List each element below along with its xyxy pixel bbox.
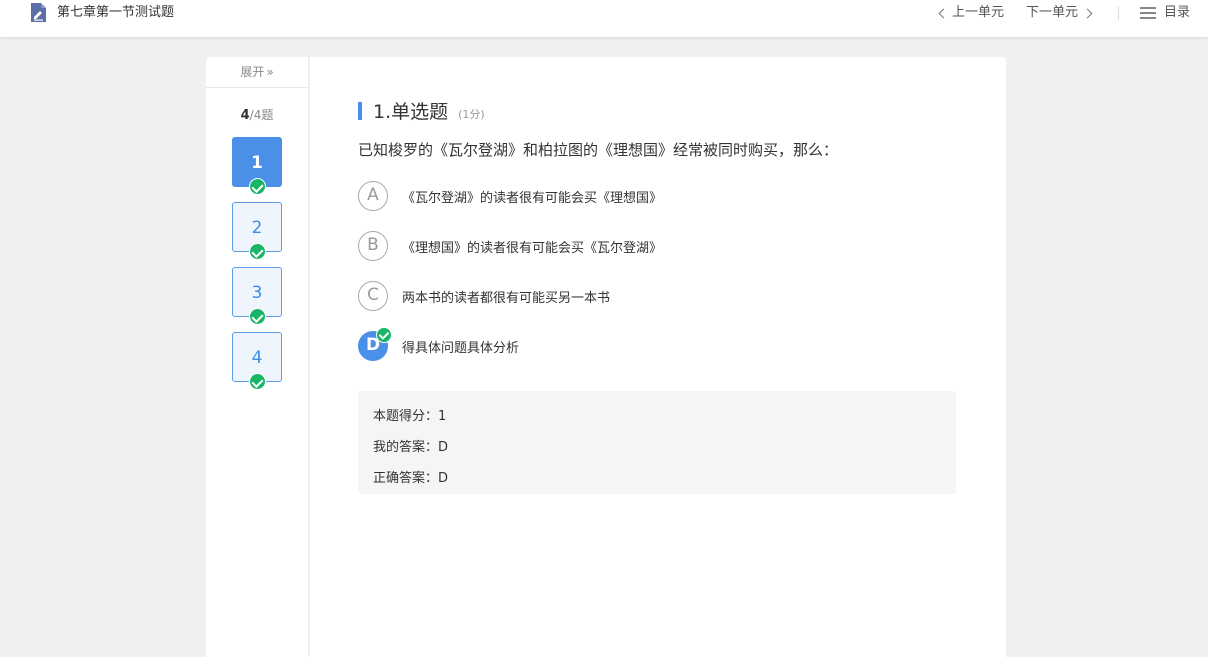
total-question-count: /4题	[249, 108, 274, 122]
option-text: 两本书的读者都很有可能买另一本书	[402, 290, 611, 306]
expand-label: 展开	[240, 65, 265, 79]
check-icon	[249, 243, 266, 260]
option-letter-selected: D	[358, 327, 392, 361]
question-nav-1[interactable]: 1	[232, 137, 282, 195]
option-a[interactable]: A 《瓦尔登湖》的读者很有可能会买《理想国》	[358, 181, 662, 211]
question-navigator: 展开» 4/4题 1 2 3 4	[206, 57, 309, 657]
next-unit-label: 下一单元	[1026, 5, 1079, 20]
option-text: 《瓦尔登湖》的读者很有可能会买《理想国》	[402, 190, 663, 206]
chevron-left-icon	[938, 8, 949, 18]
table-of-contents-button[interactable]: 目录	[1140, 4, 1190, 22]
page-title: 第七章第一节测试题	[57, 5, 175, 20]
question-header: 1.单选题 (1分)	[358, 97, 485, 124]
chevron-right-icon	[1082, 8, 1093, 18]
menu-icon	[1140, 7, 1156, 19]
current-question-count: 4	[240, 108, 250, 123]
check-icon	[249, 308, 266, 325]
question-nav-number: 1	[251, 153, 263, 173]
option-text: 得具体问题具体分析	[402, 340, 520, 356]
correct-answer-line: 正确答案：D	[373, 471, 449, 486]
previous-unit-label: 上一单元	[952, 5, 1005, 20]
check-icon	[249, 373, 266, 390]
option-letter: C	[358, 281, 388, 311]
score-line: 本题得分：1	[373, 409, 447, 424]
check-icon	[249, 178, 266, 195]
option-letter: B	[358, 231, 388, 261]
question-nav-number: 3	[251, 283, 263, 303]
document-edit-icon	[31, 3, 46, 22]
question-nav-4[interactable]: 4	[232, 332, 282, 390]
option-d[interactable]: D 得具体问题具体分析	[358, 327, 520, 361]
option-c[interactable]: C 两本书的读者都很有可能买另一本书	[358, 281, 610, 311]
question-nav-number: 4	[251, 348, 263, 368]
option-text: 《理想国》的读者很有可能会买《瓦尔登湖》	[402, 240, 663, 256]
question-nav-number: 2	[251, 218, 263, 238]
question-nav-3[interactable]: 3	[232, 267, 282, 325]
accent-bar	[358, 101, 362, 120]
divider	[1118, 6, 1119, 20]
question-text: 已知梭罗的《瓦尔登湖》和柏拉图的《理想国》经常被同时购买，那么：	[358, 141, 839, 159]
question-card: 1.单选题 (1分) 已知梭罗的《瓦尔登湖》和柏拉图的《理想国》经常被同时购买，…	[310, 57, 1006, 657]
question-counter: 4/4题	[206, 106, 308, 123]
previous-unit-button[interactable]: 上一单元	[937, 4, 1004, 22]
next-unit-button[interactable]: 下一单元	[1026, 4, 1093, 22]
question-score: (1分)	[458, 108, 485, 121]
double-chevron-right-icon: »	[266, 65, 274, 79]
my-answer-line: 我的答案：D	[373, 440, 449, 455]
question-nav-2[interactable]: 2	[232, 202, 282, 260]
check-icon	[376, 327, 392, 343]
table-of-contents-label: 目录	[1164, 5, 1191, 20]
option-letter: A	[358, 181, 388, 211]
expand-button[interactable]: 展开»	[206, 57, 308, 88]
question-type: 1.单选题	[373, 101, 449, 123]
option-b[interactable]: B 《理想国》的读者很有可能会买《瓦尔登湖》	[358, 231, 662, 261]
top-bar: 第七章第一节测试题 上一单元 下一单元 目录	[0, 0, 1208, 38]
answer-result-box: 本题得分：1 我的答案：D 正确答案：D	[358, 391, 956, 494]
